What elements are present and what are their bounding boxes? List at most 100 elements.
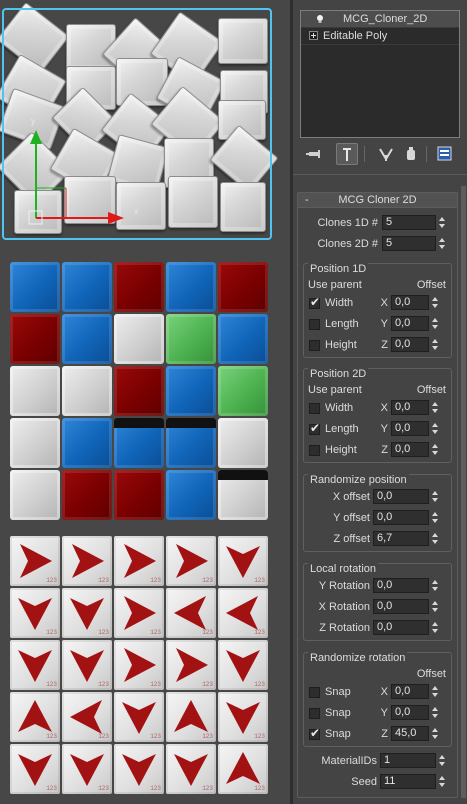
clone-cube[interactable] xyxy=(218,18,268,64)
offset-spinner[interactable] xyxy=(430,726,441,741)
arrow-tile[interactable]: 123 xyxy=(62,692,112,742)
checkbox[interactable]: ✔ xyxy=(309,726,320,740)
offset-spinner[interactable] xyxy=(430,316,441,331)
arrow-tile[interactable]: 123 xyxy=(10,536,60,586)
value-field[interactable]: 0,0 xyxy=(373,620,429,635)
arrow-tile[interactable]: 123 xyxy=(218,640,268,690)
value-spinner[interactable] xyxy=(430,489,441,504)
color-tile[interactable] xyxy=(114,262,164,312)
offset-spinner[interactable] xyxy=(430,337,441,352)
checkbox[interactable]: ✔ xyxy=(309,421,320,435)
offset-field[interactable]: 0,0 xyxy=(391,442,429,457)
cloned-cube-cluster[interactable]: yx xyxy=(0,0,290,250)
modifier-stack-list[interactable]: MCG_Cloner_2D Editable Poly xyxy=(300,10,460,138)
value-spinner[interactable] xyxy=(430,531,441,546)
offset-spinner[interactable] xyxy=(430,295,441,310)
checkbox[interactable]: ✔ xyxy=(309,295,320,309)
arrow-tile[interactable]: 123 xyxy=(114,640,164,690)
arrow-tile[interactable]: 123 xyxy=(10,640,60,690)
arrow-tile[interactable]: 123 xyxy=(114,744,164,794)
arrow-tile[interactable]: 123 xyxy=(166,692,216,742)
value-spinner[interactable] xyxy=(430,578,441,593)
offset-field[interactable]: 0,0 xyxy=(391,684,429,699)
offset-spinner[interactable] xyxy=(430,421,441,436)
offset-field[interactable]: 0,0 xyxy=(391,337,429,352)
scrollbar-thumb[interactable] xyxy=(461,186,466,798)
value-spinner[interactable] xyxy=(430,599,441,614)
material-ids-field[interactable]: 1 xyxy=(380,753,436,768)
checkbox[interactable] xyxy=(309,319,320,330)
checkbox[interactable] xyxy=(309,708,320,719)
clone-cube[interactable] xyxy=(168,176,218,228)
color-tile[interactable] xyxy=(10,262,60,312)
offset-field[interactable]: 0,0 xyxy=(391,705,429,720)
make-unique-icon[interactable] xyxy=(376,143,398,165)
offset-field[interactable]: 0,0 xyxy=(391,316,429,331)
value-field[interactable]: 0,0 xyxy=(373,510,429,525)
color-tile[interactable] xyxy=(166,366,216,416)
rollout-header[interactable]: - MCG Cloner 2D xyxy=(298,193,457,208)
transform-gizmo[interactable]: yx xyxy=(0,100,160,240)
clones-1d-spinner[interactable] xyxy=(437,215,448,230)
value-field[interactable]: 0,0 xyxy=(373,578,429,593)
offset-field[interactable]: 0,0 xyxy=(391,295,429,310)
clone-cube[interactable] xyxy=(220,182,266,232)
color-tile[interactable] xyxy=(62,314,112,364)
color-tile[interactable] xyxy=(218,366,268,416)
color-tile[interactable] xyxy=(62,366,112,416)
color-tile[interactable] xyxy=(218,470,268,520)
panel-scrollbar[interactable] xyxy=(461,186,466,798)
color-tile[interactable] xyxy=(62,470,112,520)
offset-spinner[interactable] xyxy=(430,684,441,699)
viewport[interactable]: yx 123 123 123 123 123 123 123 123 123 123 123 123 1… xyxy=(0,0,290,804)
arrow-tile[interactable]: 123 xyxy=(166,744,216,794)
clones-2d-field[interactable]: 5 xyxy=(382,236,436,251)
color-tile[interactable] xyxy=(166,314,216,364)
arrow-tile[interactable]: 123 xyxy=(114,536,164,586)
arrow-tile[interactable]: 123 xyxy=(114,588,164,638)
arrow-tile[interactable]: 123 xyxy=(62,536,112,586)
arrow-tile[interactable]: 123 xyxy=(10,744,60,794)
offset-spinner[interactable] xyxy=(430,442,441,457)
arrow-tile[interactable]: 123 xyxy=(218,744,268,794)
color-tile[interactable] xyxy=(62,418,112,468)
offset-field[interactable]: 0,0 xyxy=(391,400,429,415)
remove-modifier-icon[interactable] xyxy=(400,143,422,165)
arrow-tile[interactable]: 123 xyxy=(62,640,112,690)
modifier-item-editable-poly[interactable]: Editable Poly xyxy=(301,28,459,45)
arrow-tile[interactable]: 123 xyxy=(10,588,60,638)
value-field[interactable]: 0,0 xyxy=(373,489,429,504)
color-tile[interactable] xyxy=(10,470,60,520)
modifier-item-mcg-cloner[interactable]: MCG_Cloner_2D xyxy=(301,11,459,28)
arrow-tile[interactable]: 123 xyxy=(10,692,60,742)
material-ids-spinner[interactable] xyxy=(437,753,448,768)
color-tile[interactable] xyxy=(114,418,164,468)
collapse-icon[interactable]: - xyxy=(305,193,309,208)
color-tile[interactable] xyxy=(166,262,216,312)
configure-modifier-sets-icon[interactable] xyxy=(434,143,456,165)
pin-stack-icon[interactable] xyxy=(304,143,326,165)
arrow-tile[interactable]: 123 xyxy=(166,588,216,638)
arrow-tile[interactable]: 123 xyxy=(218,588,268,638)
arrow-tile[interactable]: 123 xyxy=(62,588,112,638)
offset-spinner[interactable] xyxy=(430,705,441,720)
color-tile[interactable] xyxy=(114,470,164,520)
color-tile[interactable] xyxy=(10,314,60,364)
show-end-result-icon[interactable] xyxy=(336,143,358,165)
offset-spinner[interactable] xyxy=(430,400,441,415)
color-tile[interactable] xyxy=(218,418,268,468)
expand-plus-icon[interactable] xyxy=(309,31,318,40)
clones-2d-spinner[interactable] xyxy=(437,236,448,251)
color-tile[interactable] xyxy=(10,418,60,468)
arrow-tile[interactable]: 123 xyxy=(218,692,268,742)
arrow-tile[interactable]: 123 xyxy=(62,744,112,794)
offset-field[interactable]: 45,0 xyxy=(391,726,429,741)
color-tile[interactable] xyxy=(114,366,164,416)
arrow-tile[interactable]: 123 xyxy=(114,692,164,742)
checkbox[interactable] xyxy=(309,687,320,698)
checkbox[interactable] xyxy=(309,340,320,351)
color-tile[interactable] xyxy=(218,262,268,312)
value-spinner[interactable] xyxy=(430,510,441,525)
lightbulb-icon[interactable] xyxy=(315,14,325,24)
checkbox[interactable] xyxy=(309,403,320,414)
